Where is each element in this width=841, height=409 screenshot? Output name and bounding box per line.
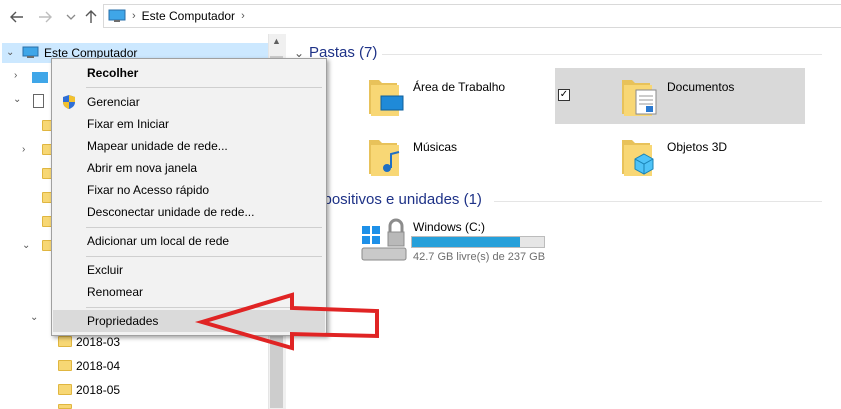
navigation-bar: › Este Computador › [0,0,841,34]
desktop-folder-icon [369,80,404,116]
folder-icon [58,336,72,347]
desktop-icon [32,72,48,83]
menu-separator [86,87,322,88]
menu-item-abrir-em-nova-janela[interactable]: Abrir em nova janela [53,157,325,179]
drive-free-space: 42.7 GB livre(s) de 237 GB [413,251,546,263]
drive-usage-bar [411,236,545,248]
collapse-chevron-icon[interactable]: ⌄ [22,240,30,251]
selection-checkbox[interactable]: ✓ [558,89,570,101]
menu-item-adicionar-local-de-rede[interactable]: Adicionar um local de rede [53,230,325,252]
music-folder-icon [369,140,400,176]
folder-label: Músicas [413,140,458,154]
breadcrumb-este-computador[interactable]: Este Computador [142,9,235,23]
group-divider [494,201,822,202]
up-button[interactable] [82,8,100,26]
3d-objects-folder-icon [622,140,654,176]
folder-icon [58,384,72,395]
folder-icon [58,360,72,371]
folder-tile-documentos[interactable] [555,68,805,124]
collapse-chevron-icon[interactable]: ⌄ [13,94,21,105]
arrow-up-icon [85,10,97,23]
folder-icon [58,404,72,409]
expand-chevron-icon[interactable]: › [14,70,17,81]
menu-item-fixar-em-iniciar[interactable]: Fixar em Iniciar [53,113,325,135]
windows-drive-icon [361,218,407,261]
tree-item-2018-04[interactable]: 2018-04 [76,359,120,373]
menu-separator [86,256,322,257]
document-icon [33,94,44,108]
drive-label: Windows (C:) [413,220,486,234]
computer-icon [108,9,126,22]
collapse-chevron-icon[interactable]: ⌄ [6,47,14,58]
menu-item-mapear-unidade-de-rede[interactable]: Mapear unidade de rede... [53,135,325,157]
folder-label: Objetos 3D [667,140,728,154]
folder-label: Documentos [667,80,735,94]
menu-separator [86,227,322,228]
recent-locations-button[interactable] [62,8,80,26]
breadcrumb-separator-icon: › [132,10,136,22]
computer-icon [22,46,39,58]
documents-folder-icon [622,80,657,116]
back-button[interactable] [8,8,26,26]
folder-label: Área de Trabalho [413,80,506,94]
menu-item-desconectar-unidade-de-rede[interactable]: Desconectar unidade de rede... [53,201,325,223]
forward-button[interactable] [36,8,54,26]
group-divider [382,54,822,55]
devices-group-header[interactable]: spositivos e unidades (1) [316,191,482,208]
expand-chevron-icon[interactable]: › [22,144,25,155]
menu-item-gerenciar[interactable]: Gerenciar [53,91,325,113]
menu-item-recolher[interactable]: Recolher [53,62,325,84]
tree-item-2018-03[interactable]: 2018-03 [76,335,120,349]
menu-item-excluir[interactable]: Excluir [53,259,325,281]
shield-icon [63,95,75,109]
arrow-left-icon [10,11,23,23]
chevron-down-icon [66,14,76,20]
breadcrumb-chevron-icon[interactable]: › [241,10,245,22]
menu-item-fixar-no-acesso-rapido[interactable]: Fixar no Acesso rápido [53,179,325,201]
drive-usage-fill [412,237,521,247]
scroll-up-arrow-icon[interactable]: ▲ [272,36,281,46]
arrow-right-icon [39,11,52,23]
annotation-arrow-icon [194,292,379,351]
tree-item-2018-05[interactable]: 2018-05 [76,383,120,397]
collapse-chevron-icon[interactable]: ⌄ [30,312,38,323]
address-bar[interactable]: › Este Computador › [103,4,841,28]
